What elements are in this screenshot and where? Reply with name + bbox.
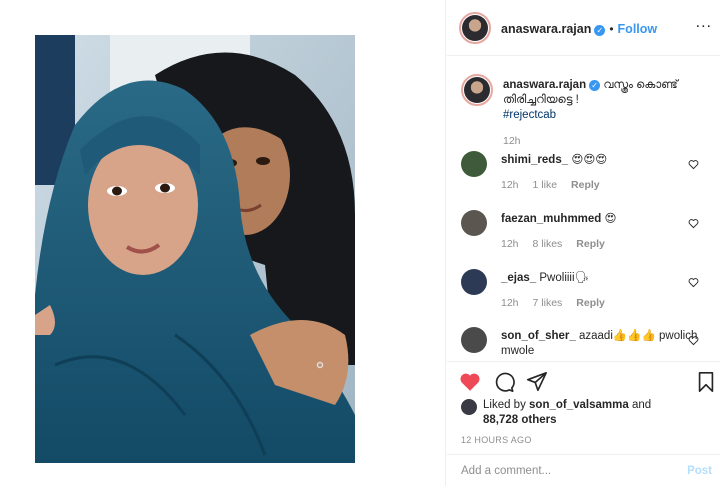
like-comment-heart-icon[interactable] <box>688 277 699 288</box>
add-comment-input[interactable]: Add a comment... <box>461 465 551 477</box>
verified-badge-icon: ✓ <box>589 80 601 91</box>
verified-badge-icon: ✓ <box>594 25 606 36</box>
likes-prefix: Liked by <box>483 399 530 411</box>
comment-icon[interactable] <box>493 371 515 393</box>
caption-time: 12h <box>503 135 521 147</box>
likes-count[interactable]: 88,728 others <box>483 414 557 426</box>
post-photo[interactable] <box>35 35 355 463</box>
comment-likes[interactable]: 8 likes <box>533 238 563 250</box>
comment-time: 12h <box>501 297 519 309</box>
comment-likes[interactable]: 7 likes <box>533 297 563 309</box>
share-icon[interactable] <box>526 371 548 393</box>
caption-hashtag[interactable]: #rejectcab <box>503 109 556 121</box>
liker-username[interactable]: son_of_valsamma <box>529 399 629 411</box>
post-time-ago[interactable]: 12 HOURS AGO <box>461 435 532 445</box>
liker-avatar[interactable] <box>461 399 477 415</box>
reply-button[interactable]: Reply <box>576 238 605 250</box>
caption-author-avatar[interactable] <box>461 74 493 106</box>
comments-list[interactable]: anaswara.rajan ✓ വസ്ത്രം കൊണ്ട് തിരിച്ചറി… <box>447 57 720 361</box>
heart-icon[interactable] <box>459 371 481 393</box>
post-side-panel: anaswara.rajan ✓ • Follow ... anaswara.raja… <box>447 0 720 486</box>
reply-button[interactable]: Reply <box>576 297 605 309</box>
commenter-avatar[interactable] <box>461 327 487 353</box>
post-actions: Liked by son_of_valsamma and 88,728 othe… <box>447 361 720 491</box>
comment-text: 😍 <box>604 213 617 225</box>
bookmark-icon[interactable] <box>695 371 717 393</box>
instagram-post-modal: anaswara.rajan ✓ • Follow ... anaswara.raja… <box>0 0 720 486</box>
comment-username[interactable]: shimi_reds_ <box>501 154 568 166</box>
like-comment-heart-icon[interactable] <box>688 335 699 346</box>
add-comment-bar: Add a comment... Post <box>447 454 720 487</box>
commenter-avatar[interactable] <box>461 269 487 295</box>
comment-time: 12h <box>501 179 519 191</box>
comment-username[interactable]: _ejas_ <box>501 272 536 284</box>
likes-summary: Liked by son_of_valsamma and 88,728 othe… <box>461 398 711 428</box>
like-comment-heart-icon[interactable] <box>688 218 699 229</box>
comment-username[interactable]: son_of_sher_ <box>501 330 576 342</box>
author-username[interactable]: anaswara.rajan <box>501 22 591 36</box>
post-comment-button[interactable]: Post <box>687 465 712 477</box>
comment-time: 12h <box>501 238 519 250</box>
photo-panel <box>0 0 446 486</box>
comment-text: 😍😍😍 <box>571 154 608 166</box>
comment-text: Pwoliiii🗣 <box>539 272 590 284</box>
caption-username[interactable]: anaswara.rajan <box>503 79 586 91</box>
more-options-icon[interactable]: ... <box>696 14 712 32</box>
like-comment-heart-icon[interactable] <box>688 159 699 170</box>
likes-middle: and <box>628 399 652 411</box>
follow-button[interactable]: Follow <box>618 22 658 36</box>
post-header: anaswara.rajan ✓ • Follow ... <box>447 0 720 56</box>
author-avatar[interactable] <box>459 12 491 44</box>
reply-button[interactable]: Reply <box>571 179 600 191</box>
comment-likes[interactable]: 1 like <box>533 179 558 191</box>
commenter-avatar[interactable] <box>461 151 487 177</box>
comment-username[interactable]: faezan_muhmmed <box>501 213 601 225</box>
commenter-avatar[interactable] <box>461 210 487 236</box>
separator-dot: • <box>609 22 614 36</box>
